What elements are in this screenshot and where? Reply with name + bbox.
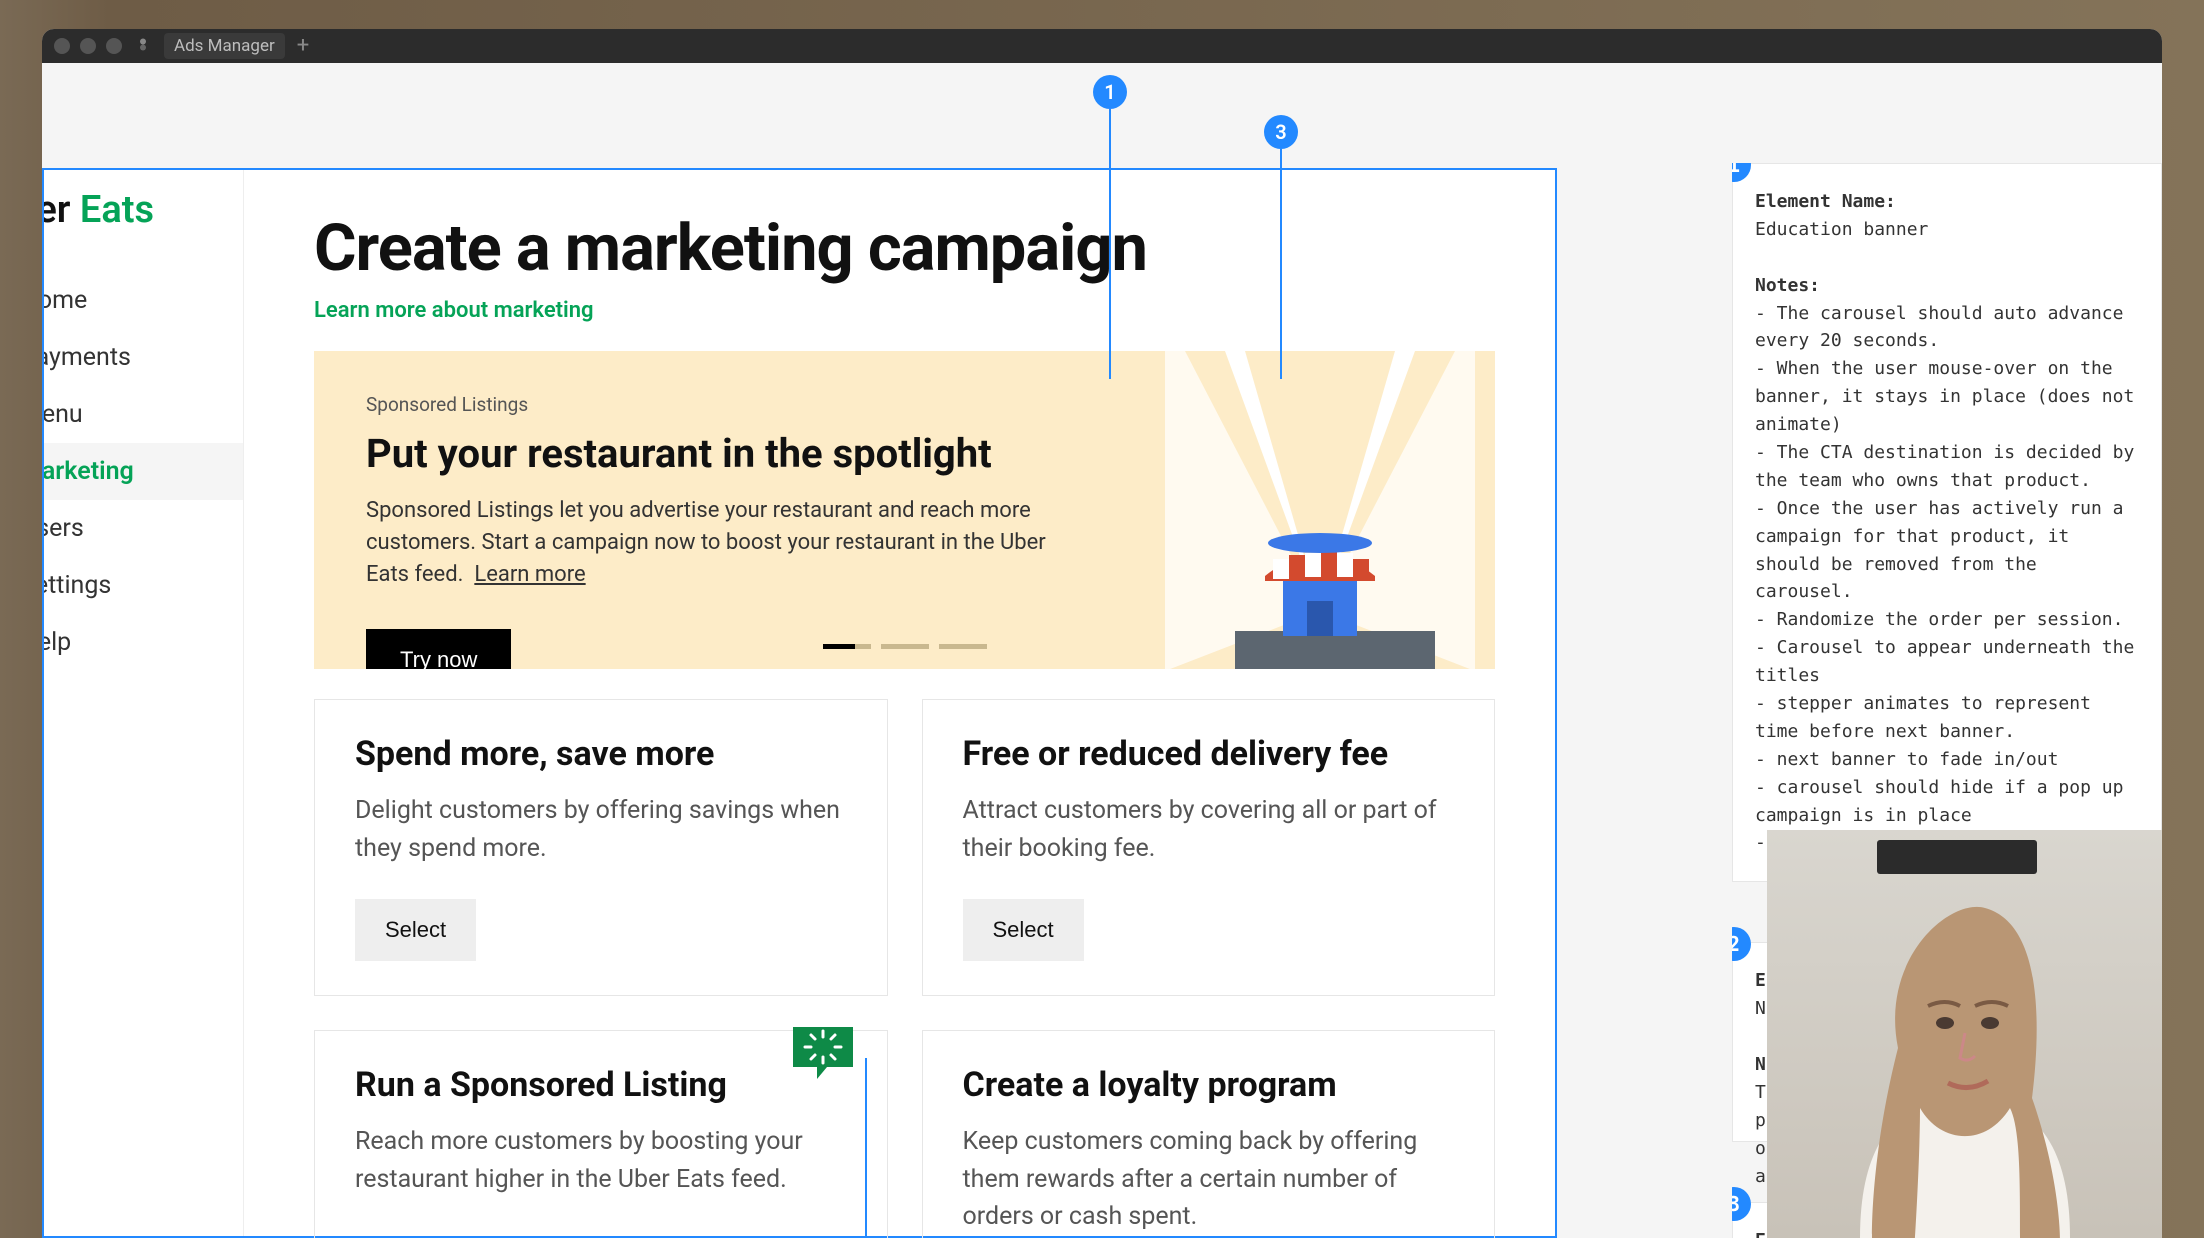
card-title: Run a Sponsored Listing — [355, 1065, 847, 1105]
sidebar-item-help[interactable]: Help — [44, 614, 243, 671]
annotation-line-2 — [865, 1058, 867, 1238]
app-tab[interactable]: Ads Manager — [164, 33, 285, 59]
label-element-name: E — [1755, 970, 1766, 991]
wall-frame — [1877, 840, 2037, 874]
label-notes: N — [1755, 1054, 1766, 1075]
card-delivery-fee: Free or reduced delivery fee Attract cus… — [922, 699, 1496, 996]
annotation-marker-3[interactable]: 3 — [1264, 115, 1298, 149]
spec-note-1: 1 Element Name: Education banner Notes: … — [1732, 163, 2162, 882]
spotlight-illustration — [1165, 351, 1475, 669]
card-title: Free or reduced delivery fee — [963, 734, 1455, 774]
select-button[interactable]: Select — [355, 899, 476, 961]
window-titlebar: Ads Manager + — [42, 29, 2162, 63]
card-body: Reach more customers by boosting your re… — [355, 1123, 847, 1198]
brand-uber: Uber — [44, 188, 70, 232]
card-body: Delight customers by offering savings wh… — [355, 792, 847, 867]
card-sponsored-listing: Run a Sponsored Listing Reach more custo… — [314, 1030, 888, 1238]
value-element-name: Education banner — [1755, 216, 2139, 244]
label-element-name: E — [1755, 1230, 1766, 1238]
new-tab-button[interactable]: + — [297, 37, 309, 55]
card-body: Attract customers by covering all or par… — [963, 792, 1455, 867]
notes-line: - The CTA destination is decided by the … — [1755, 439, 2139, 495]
select-button[interactable]: Select — [963, 899, 1084, 961]
spec-marker-2[interactable]: 2 — [1732, 927, 1751, 961]
banner-learn-more-link[interactable]: Learn more — [474, 562, 585, 587]
notes-line: - stepper animates to represent time bef… — [1755, 690, 2139, 746]
brand-logo: Uber Eats — [44, 188, 243, 272]
card-loyalty-program: Create a loyalty program Keep customers … — [922, 1030, 1496, 1238]
banner-body: Sponsored Listings let you advertise you… — [366, 495, 1086, 591]
app-sidebar: Uber Eats Home Payments Menu Marketing U… — [44, 170, 244, 1236]
notes-line: - Randomize the order per session. — [1755, 606, 2139, 634]
presenter-portrait — [1810, 898, 2120, 1238]
notes-line: - Carousel to appear underneath the titl… — [1755, 634, 2139, 690]
notes-line: - carousel should hide if a pop up campa… — [1755, 774, 2139, 830]
design-artboard: Uber Eats Home Payments Menu Marketing U… — [42, 168, 1557, 1238]
carousel-stepper[interactable] — [823, 644, 987, 649]
notes-line: - The carousel should auto advance every… — [1755, 300, 2139, 356]
sidebar-item-users[interactable]: Users — [44, 500, 243, 557]
annotation-line-1 — [1109, 109, 1111, 379]
brand-eats: Eats — [80, 188, 154, 232]
page-title: Create a marketing campaign — [314, 210, 1495, 286]
traffic-lights[interactable] — [54, 38, 122, 54]
sidebar-item-menu[interactable]: Menu — [44, 386, 243, 443]
card-title: Spend more, save more — [355, 734, 847, 774]
sidebar-item-marketing[interactable]: Marketing — [44, 443, 243, 500]
card-title: Create a loyalty program — [963, 1065, 1455, 1105]
label-element-name: Element Name: — [1755, 191, 1896, 212]
learn-more-marketing-link[interactable]: Learn more about marketing — [314, 298, 594, 323]
sidebar-item-home[interactable]: Home — [44, 272, 243, 329]
spec-marker-3[interactable]: 3 — [1732, 1187, 1751, 1221]
sidebar-item-payments[interactable]: Payments — [44, 329, 243, 386]
main-content: Create a marketing campaign Learn more a… — [244, 170, 1555, 1236]
annotation-marker-1[interactable]: 1 — [1093, 75, 1127, 109]
sidebar-item-settings[interactable]: Settings — [44, 557, 243, 614]
card-spend-more: Spend more, save more Delight customers … — [314, 699, 888, 996]
spec-marker-1[interactable]: 1 — [1732, 163, 1751, 182]
notes-line: - Once the user has actively run a campa… — [1755, 495, 2139, 607]
figma-icon — [134, 37, 152, 55]
notes-line: - next banner to fade in/out — [1755, 746, 2139, 774]
webcam-overlay — [1767, 830, 2162, 1238]
annotation-line-3 — [1280, 149, 1282, 379]
education-banner: Sponsored Listings Put your restaurant i… — [314, 351, 1495, 669]
label-notes: Notes: — [1755, 275, 1820, 296]
try-now-button[interactable]: Try now — [366, 629, 511, 669]
boost-badge-icon — [793, 1027, 853, 1079]
notes-line: - When the user mouse-over on the banner… — [1755, 355, 2139, 439]
card-body: Keep customers coming back by offering t… — [963, 1123, 1455, 1236]
